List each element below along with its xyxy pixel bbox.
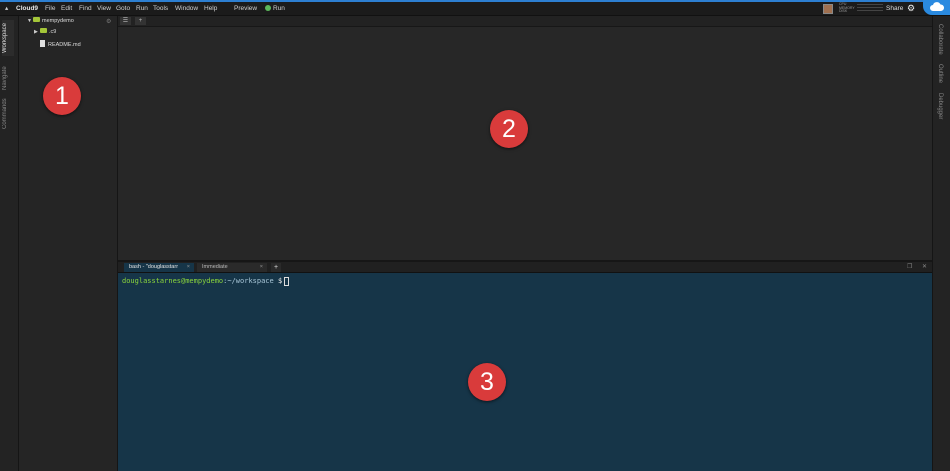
editor-tab-bar: ☰ + xyxy=(118,16,932,27)
prompt-symbol: $ xyxy=(273,277,283,285)
callout-1: 1 xyxy=(43,77,81,115)
tree-item-label: README.md xyxy=(48,42,81,48)
app-brand[interactable]: Cloud9 xyxy=(16,2,38,15)
tree-settings-icon[interactable]: ⚙ xyxy=(106,18,111,25)
file-icon xyxy=(40,40,45,47)
folder-icon xyxy=(33,17,40,22)
gear-icon[interactable]: ⚙ xyxy=(907,2,915,15)
tree-item[interactable]: README.md xyxy=(40,39,81,50)
menu-goto[interactable]: Goto xyxy=(116,2,130,15)
prompt-path: :~/workspace xyxy=(223,277,274,285)
run-button[interactable]: Run xyxy=(265,2,285,15)
menu-window[interactable]: Window xyxy=(175,2,198,15)
preview-button[interactable]: Preview xyxy=(234,2,257,15)
menu-run[interactable]: Run xyxy=(136,2,148,15)
tab-debugger[interactable]: Debugger xyxy=(937,93,943,119)
menu-view[interactable]: View xyxy=(97,2,111,15)
console-tab-bar: bash - "douglasstarr × Immediate × + ❐ ✕ xyxy=(118,262,932,273)
tab-bash-label: bash - "douglasstarr xyxy=(129,264,179,270)
folder-icon xyxy=(40,28,47,33)
callout-2: 2 xyxy=(490,110,528,148)
resource-stats[interactable]: CPU MEMORY DISK xyxy=(839,2,855,14)
new-tab-button[interactable]: + xyxy=(135,17,146,25)
menu-file[interactable]: File xyxy=(45,2,55,15)
menu-tools[interactable]: Tools xyxy=(153,2,168,15)
tab-immediate[interactable]: Immediate × xyxy=(197,263,267,272)
tab-commands[interactable]: Commands xyxy=(2,96,14,132)
prompt-user: douglasstarnes@mempydemo xyxy=(122,277,224,285)
menu-bar: ▴ Cloud9 File Edit Find View Goto Run To… xyxy=(0,2,950,16)
close-icon[interactable]: × xyxy=(187,263,190,272)
share-button[interactable]: Share xyxy=(886,2,903,15)
terminal-cursor xyxy=(284,276,290,286)
play-icon xyxy=(265,5,271,11)
terminal[interactable]: douglasstarnes@mempydemo:~/workspace $ xyxy=(118,273,932,471)
terminal-prompt: douglasstarnes@mempydemo:~/workspace $ xyxy=(122,276,290,286)
close-panel-icon[interactable]: ✕ xyxy=(922,263,927,272)
stat-disk: DISK xyxy=(839,9,848,14)
menu-find[interactable]: Find xyxy=(79,2,92,15)
tab-immediate-label: Immediate xyxy=(202,264,228,270)
tab-bash[interactable]: bash - "douglasstarr × xyxy=(124,263,194,272)
left-panel-strip: Workspace Navigate Commands xyxy=(0,16,19,471)
menu-help[interactable]: Help xyxy=(204,2,217,15)
cloud-icon xyxy=(930,2,944,11)
tab-navigate[interactable]: Navigate xyxy=(2,60,14,96)
resource-bars xyxy=(857,4,883,13)
tree-root-label: mempydemo xyxy=(42,18,74,24)
tab-collaborate[interactable]: Collaborate xyxy=(937,24,943,55)
tab-list-icon[interactable]: ☰ xyxy=(120,17,131,25)
tab-outline[interactable]: Outline xyxy=(937,64,943,83)
tab-workspace[interactable]: Workspace xyxy=(2,20,14,56)
editor-area[interactable] xyxy=(118,27,932,260)
tree-item-label: .c9 xyxy=(49,29,57,35)
collapse-icon[interactable]: ▴ xyxy=(5,2,8,15)
avatar[interactable] xyxy=(823,4,833,14)
new-terminal-button[interactable]: + xyxy=(271,263,281,272)
callout-3: 3 xyxy=(468,363,506,401)
menu-edit[interactable]: Edit xyxy=(61,2,72,15)
run-label: Run xyxy=(273,5,285,12)
tree-root[interactable]: ▼ mempydemo xyxy=(27,17,74,26)
right-panel-strip: Collaborate Outline Debugger xyxy=(932,16,950,471)
maximize-icon[interactable]: ❐ xyxy=(907,263,912,272)
close-icon[interactable]: × xyxy=(260,263,263,272)
cloud9-menu-button[interactable] xyxy=(923,0,950,15)
tree-item[interactable]: ▶ .c9 xyxy=(34,28,56,37)
